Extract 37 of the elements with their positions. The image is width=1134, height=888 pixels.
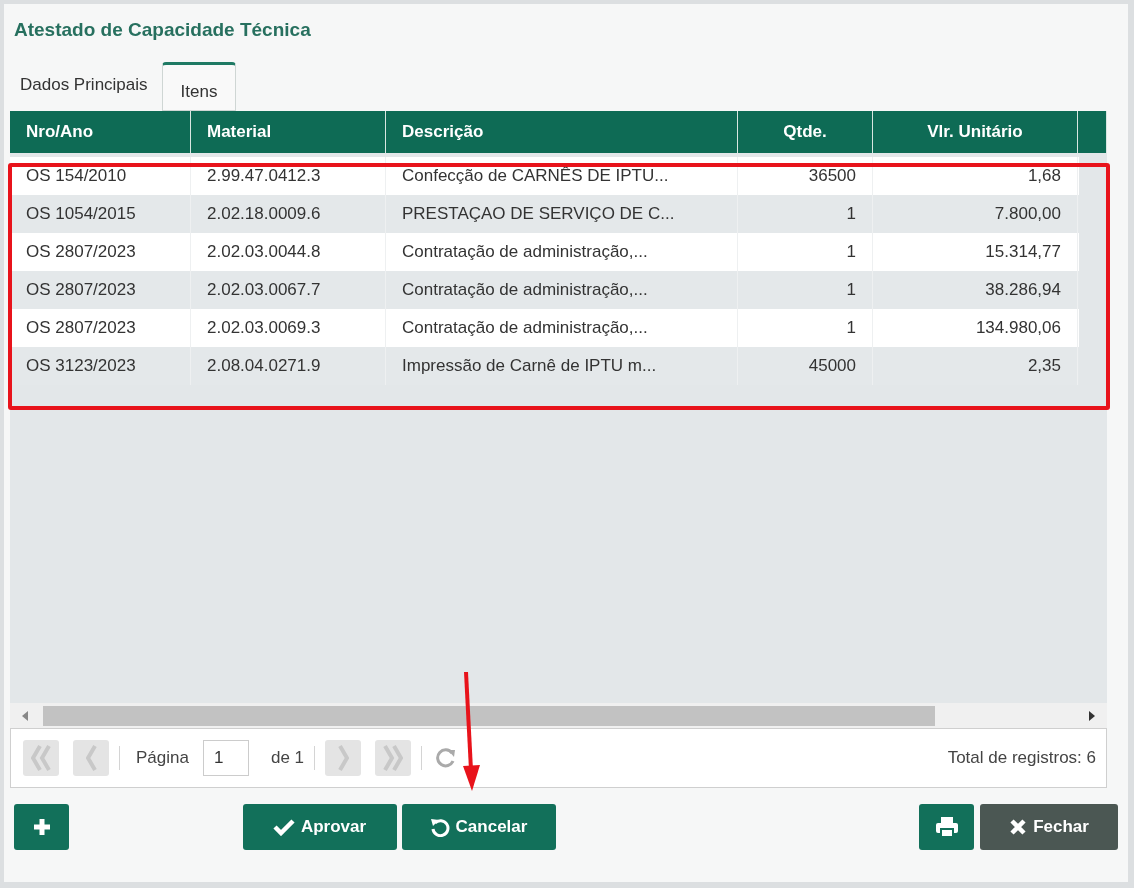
column-header[interactable]: Qtde.	[738, 111, 873, 153]
record-count: Total de registros: 6	[947, 747, 1096, 770]
table-cell: OS 3123/2023	[10, 347, 191, 385]
scroll-left-icon[interactable]	[22, 710, 28, 721]
window-title: Atestado de Capacidade Técnica	[14, 17, 311, 42]
page-count: de 1	[270, 747, 305, 770]
checkmark-icon	[272, 817, 295, 836]
printer-icon	[934, 815, 959, 838]
horizontal-scrollbar[interactable]	[10, 703, 1107, 728]
chevron-right-icon	[337, 744, 349, 772]
tab[interactable]: Dados Principais	[10, 62, 158, 111]
print-button[interactable]	[919, 803, 974, 850]
add-button[interactable]	[14, 803, 69, 850]
page-label: Página	[136, 747, 189, 770]
refresh-icon	[435, 747, 458, 769]
table-cell: 2.08.04.0271.9	[191, 347, 386, 385]
scrollbar-thumb[interactable]	[43, 705, 935, 726]
column-header[interactable]: Vlr. Unitário	[873, 111, 1078, 153]
double-chevron-left-icon	[31, 744, 51, 772]
close-icon	[1009, 817, 1028, 836]
table-cell: 45000	[738, 347, 873, 385]
table-row[interactable]: OS 2807/2023 2.02.03.0044.8 Contratação de administração,... 1 15.314,77	[10, 233, 1079, 271]
table-cell: 2,35	[873, 347, 1078, 385]
tab[interactable]: Itens	[161, 62, 237, 111]
column-header[interactable]: Material	[191, 111, 386, 153]
cancel-button[interactable]: Cancelar	[401, 803, 556, 850]
approve-button[interactable]: Aprovar	[242, 803, 397, 850]
chevron-left-icon	[85, 744, 97, 772]
scroll-right-icon[interactable]	[1089, 710, 1095, 721]
close-button[interactable]: Fechar	[980, 803, 1118, 850]
double-chevron-right-icon	[383, 744, 404, 772]
table-row[interactable]: OS 2807/2023 2.02.03.0069.3 Contratação de administração,... 1 134.980,06	[10, 309, 1079, 347]
plus-icon	[31, 816, 52, 837]
undo-icon	[429, 816, 450, 837]
table-cell: Impressão de Carnê de IPTU m...	[386, 347, 738, 385]
column-header[interactable]: Nro/Ano	[10, 111, 191, 153]
column-header[interactable]: Descrição	[386, 111, 738, 153]
